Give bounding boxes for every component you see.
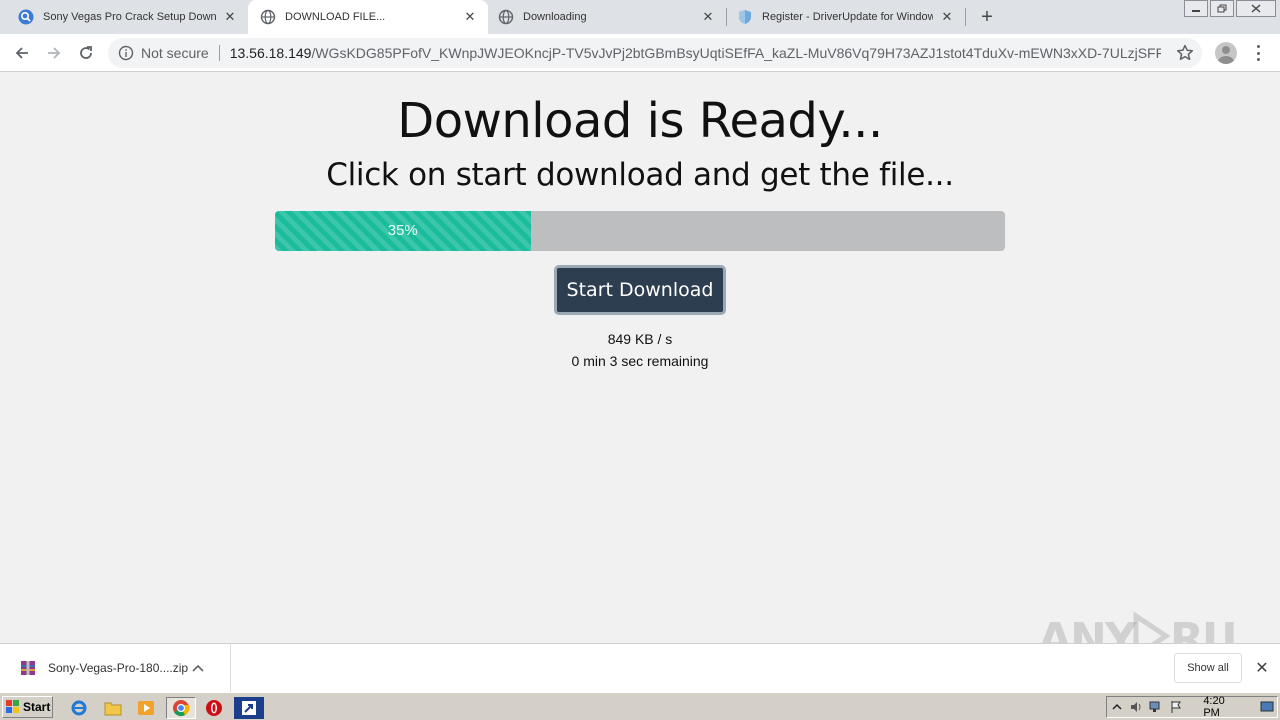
download-item[interactable]: Sony-Vegas-Pro-180....zip — [0, 644, 231, 692]
tab-strip: Sony Vegas Pro Crack Setup Downlo ✕ DOWN… — [0, 0, 1280, 34]
page-subheading: Click on start download and get the file… — [326, 157, 954, 193]
start-label: Start — [23, 700, 51, 714]
start-button[interactable]: Start — [2, 696, 53, 718]
minimize-button[interactable] — [1184, 0, 1208, 17]
reload-button[interactable] — [74, 41, 98, 65]
url-host: 13.56.18.149 — [229, 45, 312, 61]
not-secure-label[interactable]: Not secure — [141, 45, 209, 61]
new-tab-button[interactable]: + — [977, 6, 997, 28]
bookmark-star-icon[interactable] — [1176, 44, 1194, 62]
file-explorer-icon[interactable] — [102, 697, 124, 719]
forward-arrow-icon — [48, 47, 61, 59]
system-tray: 4:20 PM — [1106, 695, 1278, 719]
network-icon[interactable] — [1146, 698, 1166, 716]
download-progress-bar: 35% — [275, 211, 1005, 251]
window-controls — [1182, 0, 1276, 18]
profile-avatar-icon[interactable] — [1215, 42, 1237, 64]
tab-title: Sony Vegas Pro Crack Setup Downlo — [43, 11, 216, 23]
close-window-button[interactable] — [1236, 0, 1276, 17]
tab-close-icon[interactable]: ✕ — [700, 9, 716, 25]
reload-icon — [80, 46, 92, 59]
taskbar-clock: 4:20 PM — [1203, 695, 1225, 719]
download-shelf: Sony-Vegas-Pro-180....zip Show all ✕ — [0, 643, 1280, 692]
back-arrow-icon — [15, 47, 28, 59]
show-desktop-icon[interactable] — [1257, 698, 1277, 716]
address-separator — [218, 45, 220, 61]
app-shortcut-icon[interactable] — [234, 697, 264, 719]
media-player-icon[interactable] — [135, 697, 157, 719]
tab-title: Register - DriverUpdate for Windows — [762, 11, 933, 23]
tab-close-icon[interactable]: ✕ — [462, 9, 478, 25]
time-remaining: 0 min 3 sec remaining — [571, 353, 709, 369]
back-button[interactable] — [10, 41, 34, 65]
download-speed: 849 KB / s — [607, 331, 673, 347]
browser-menu-icon[interactable] — [1250, 43, 1266, 63]
download-filename: Sony-Vegas-Pro-180....zip — [48, 661, 189, 675]
tab-separator — [965, 8, 966, 26]
opera-icon[interactable] — [203, 697, 225, 719]
archive-file-icon — [20, 660, 36, 676]
tab-title: Downloading — [523, 11, 587, 23]
page-heading: Download is Ready... — [397, 93, 883, 149]
windows-taskbar: Start 4:20 PM — [0, 692, 1280, 720]
tab-downloading[interactable]: Downloading ✕ — [488, 0, 726, 34]
tab-close-icon[interactable]: ✕ — [939, 9, 955, 25]
info-icon[interactable] — [118, 45, 134, 61]
windows-flag-icon — [6, 700, 19, 713]
internet-explorer-icon[interactable] — [68, 697, 90, 719]
browser-toolbar: Not secure 13.56.18.149 /WGsKDG85PFofV_K… — [0, 34, 1280, 72]
forward-button[interactable] — [42, 41, 66, 65]
show-all-button[interactable]: Show all — [1174, 653, 1242, 683]
shield-favicon-icon — [737, 9, 753, 25]
chevron-up-icon[interactable] — [190, 660, 206, 676]
url-path: /WGsKDG85PFofV_KWnpJWJEOKncjP-TV5vJvPj2b… — [311, 45, 1162, 61]
tray-expand-icon[interactable] — [1107, 698, 1127, 716]
close-shelf-icon[interactable]: ✕ — [1253, 659, 1271, 677]
page-content: Download is Ready... Click on start down… — [0, 73, 1280, 643]
restore-button[interactable] — [1210, 0, 1234, 17]
tab-register-driverupdate[interactable]: Register - DriverUpdate for Windows ✕ — [727, 0, 965, 34]
progress-percent-label: 35% — [387, 222, 418, 239]
action-center-flag-icon[interactable] — [1166, 698, 1186, 716]
volume-icon[interactable] — [1127, 698, 1147, 716]
start-download-button[interactable]: Start Download — [554, 265, 726, 315]
tab-close-icon[interactable]: ✕ — [222, 9, 238, 25]
globe-icon — [498, 9, 514, 25]
tab-download-file[interactable]: DOWNLOAD FILE... ✕ — [248, 0, 488, 34]
address-bar[interactable]: Not secure 13.56.18.149 /WGsKDG85PFofV_K… — [108, 38, 1202, 68]
tab-sony-vegas[interactable]: Sony Vegas Pro Crack Setup Downlo ✕ — [0, 0, 248, 34]
tab-title: DOWNLOAD FILE... — [285, 11, 386, 23]
chrome-taskbar-icon[interactable] — [166, 697, 196, 719]
globe-icon — [260, 9, 276, 25]
search-favicon-icon — [18, 9, 34, 25]
